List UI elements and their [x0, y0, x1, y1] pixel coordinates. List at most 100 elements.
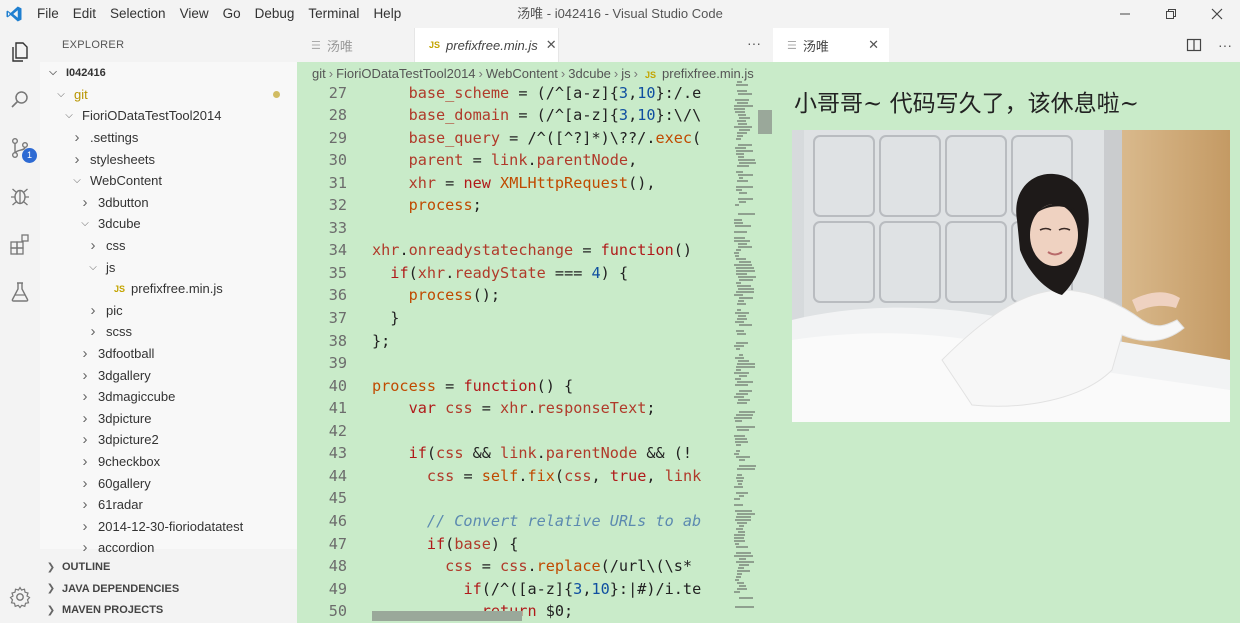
menu-view[interactable]: View	[173, 0, 216, 28]
tab-tangwei-preview[interactable]: ☰ 汤唯 ✕	[773, 28, 889, 62]
code-line: 48 css = css.replace(/url\(\s*	[297, 555, 757, 578]
vertical-scrollbar[interactable]	[758, 110, 772, 134]
minimap-line	[736, 552, 751, 554]
minimap-line	[738, 93, 752, 95]
tree-item[interactable]: › pic	[40, 300, 297, 322]
tree-item-label: 3dpicture	[98, 410, 152, 426]
minimap-line	[738, 213, 755, 215]
minimap-line	[738, 198, 753, 200]
chevron-down-icon: ⌵	[89, 261, 97, 273]
code-editor[interactable]: git › FioriODataTestTool2014 › WebContent › 3d…	[297, 62, 773, 623]
search-view-button[interactable]	[0, 76, 40, 124]
breadcrumb-item[interactable]: prefixfree.min.js	[662, 66, 754, 81]
minimap-line	[736, 186, 753, 188]
breadcrumb-item[interactable]: git	[312, 66, 326, 81]
menu-go[interactable]: Go	[216, 0, 248, 28]
menu-file[interactable]: File	[30, 0, 66, 28]
tree-item[interactable]: › 3dpicture2	[40, 429, 297, 451]
js-file-icon: JS	[429, 40, 441, 50]
minimap-line	[734, 555, 753, 557]
minimap-line	[734, 345, 744, 347]
tree-item[interactable]: › 61radar	[40, 494, 297, 516]
outline-section[interactable]: ❯ OUTLINE	[40, 556, 297, 578]
tree-item[interactable]: JS prefixfree.min.js	[40, 278, 297, 300]
explorer-button[interactable]	[0, 28, 40, 76]
close-tab-icon[interactable]: ✕	[546, 37, 557, 53]
horizontal-scrollbar[interactable]	[372, 611, 522, 621]
line-number: 35	[328, 263, 347, 282]
tree-item[interactable]: › 3dpicture	[40, 408, 297, 430]
tree-item-label: FioriODataTestTool2014	[82, 108, 222, 124]
tab-tangwei[interactable]: ☰ 汤唯	[297, 28, 415, 62]
minimap-line	[736, 267, 754, 269]
minimap[interactable]	[734, 81, 756, 621]
minimap-line	[735, 579, 739, 581]
minimap-line	[736, 546, 748, 548]
preview-tab-bar: ☰ 汤唯 ✕ ···	[773, 28, 1240, 62]
tab-prefixfree-js[interactable]: JS prefixfree.min.js ✕	[415, 28, 559, 62]
minimize-button[interactable]	[1102, 0, 1148, 28]
title-bar: File Edit Selection View Go Debug Termin…	[0, 0, 1240, 28]
code-line: 37 }	[297, 307, 757, 330]
tree-item[interactable]: ⌵ I042416	[40, 62, 297, 84]
tree-item[interactable]: › 9checkbox	[40, 451, 297, 473]
restore-button[interactable]	[1148, 0, 1194, 28]
tree-item-label: 3dfootball	[98, 346, 155, 362]
line-number: 44	[328, 466, 347, 485]
test-flask-icon	[11, 282, 29, 302]
minimap-line	[737, 522, 747, 524]
breadcrumb: git › FioriODataTestTool2014 › WebContent › 3d…	[312, 66, 754, 81]
tree-item[interactable]: › scss	[40, 321, 297, 343]
test-button[interactable]	[0, 268, 40, 316]
tree-item[interactable]: ⌵ FioriODataTestTool2014	[40, 105, 297, 127]
code-line: 32 process;	[297, 194, 757, 217]
menu-terminal[interactable]: Terminal	[301, 0, 366, 28]
java-dependencies-section[interactable]: ❯ JAVA DEPENDENCIES	[40, 578, 297, 600]
minimap-line	[734, 222, 743, 224]
minimap-line	[739, 324, 752, 326]
more-actions-icon[interactable]: ···	[747, 28, 761, 62]
tree-item[interactable]: › 3dmagiccube	[40, 386, 297, 408]
close-tab-icon[interactable]: ✕	[868, 37, 879, 53]
tree-item[interactable]: › stylesheets	[40, 148, 297, 170]
tree-item[interactable]: ⌵ js	[40, 256, 297, 278]
menu-debug[interactable]: Debug	[248, 0, 302, 28]
code-line: 40 process = function() {	[297, 375, 757, 398]
breadcrumb-item[interactable]: FioriODataTestTool2014	[336, 66, 475, 81]
tree-item[interactable]: › .settings	[40, 127, 297, 149]
tree-item[interactable]: › 3dgallery	[40, 364, 297, 386]
line-number: 42	[328, 421, 347, 440]
code-line: 36 process();	[297, 284, 757, 307]
tree-item[interactable]: › css	[40, 235, 297, 257]
source-control-button[interactable]: 1	[0, 124, 40, 172]
code-text: if(css && link.parentNode && (!	[408, 444, 693, 463]
minimap-line	[736, 153, 744, 155]
line-number: 28	[328, 106, 347, 125]
line-number: 41	[328, 399, 347, 418]
close-window-button[interactable]	[1194, 0, 1240, 28]
tree-item[interactable]: ⌵ WebContent	[40, 170, 297, 192]
menu-edit[interactable]: Edit	[66, 0, 103, 28]
breadcrumb-item[interactable]: js	[621, 66, 630, 81]
more-actions-icon[interactable]: ···	[1218, 37, 1232, 53]
debug-button[interactable]	[0, 172, 40, 220]
split-editor-icon[interactable]	[1186, 37, 1202, 53]
tree-item-label: 3dmagiccube	[98, 389, 176, 405]
menu-help[interactable]: Help	[366, 0, 408, 28]
menu-selection[interactable]: Selection	[103, 0, 173, 28]
extensions-button[interactable]	[0, 220, 40, 268]
breadcrumb-item[interactable]: 3dcube	[568, 66, 611, 81]
preview-panel: 小哥哥~ 代码写久了，该休息啦~	[773, 62, 1240, 623]
tree-item[interactable]: › 60gallery	[40, 472, 297, 494]
tree-item[interactable]: › 3dfootball	[40, 343, 297, 365]
tree-item[interactable]: › 3dbutton	[40, 192, 297, 214]
settings-button[interactable]	[0, 573, 40, 621]
tree-item[interactable]: ⌵ 3dcube	[40, 213, 297, 235]
tree-item[interactable]: ⌵ git	[40, 84, 297, 106]
maven-projects-section[interactable]: ❯ MAVEN PROJECTS	[40, 599, 297, 621]
minimap-line	[739, 279, 753, 281]
minimap-line	[734, 372, 749, 374]
breadcrumb-item[interactable]: WebContent	[486, 66, 558, 81]
minimap-line	[739, 525, 744, 527]
tree-item[interactable]: › 2014-12-30-fioriodatatest	[40, 516, 297, 538]
